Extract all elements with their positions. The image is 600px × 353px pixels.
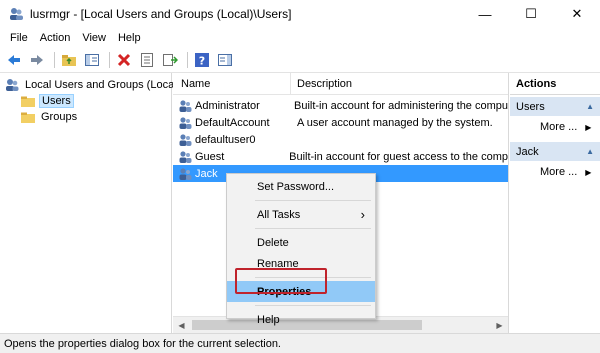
minimize-icon: —	[478, 6, 492, 22]
table-row[interactable]: DefaultAccount A user account managed by …	[173, 114, 508, 131]
user-icon	[178, 150, 192, 164]
toolbar-separator	[109, 51, 110, 68]
console-tree: Local Users and Groups (Local) Users Gro…	[0, 73, 180, 333]
menu-item-label: Help	[257, 313, 280, 326]
menu-separator	[255, 305, 371, 306]
delete-icon[interactable]	[114, 50, 134, 70]
menu-item-label: All Tasks	[257, 208, 301, 221]
context-menu-item-delete[interactable]: Delete	[227, 232, 375, 253]
close-button[interactable]: ✕	[554, 0, 600, 28]
user-name-cell: Administrator	[173, 99, 288, 113]
user-icon	[178, 116, 192, 130]
menu-item-label: Delete	[257, 236, 289, 249]
user-name: DefaultAccount	[195, 116, 270, 129]
scroll-left-icon[interactable]: ◀	[173, 317, 190, 334]
menu-separator	[255, 200, 371, 201]
export-list-icon[interactable]	[160, 50, 180, 70]
back-arrow-icon[interactable]	[4, 50, 24, 70]
table-row[interactable]: Administrator Built-in account for admini…	[173, 97, 508, 114]
properties-icon[interactable]	[137, 50, 157, 70]
actions-more-users[interactable]: More ... ▶	[510, 116, 600, 138]
actions-more-jack[interactable]: More ... ▶	[510, 161, 600, 183]
user-name: Jack	[195, 167, 218, 180]
toolbar: ?	[0, 47, 600, 73]
toolbar-separator	[54, 51, 55, 68]
tree-item-groups[interactable]: Groups	[0, 109, 171, 125]
column-header-description[interactable]: Description	[291, 73, 352, 94]
window-title: lusrmgr - [Local Users and Groups (Local…	[30, 7, 292, 21]
forward-arrow-icon[interactable]	[27, 50, 47, 70]
table-row[interactable]: defaultuser0	[173, 131, 508, 148]
minimize-button[interactable]: —	[462, 0, 508, 28]
user-name-cell: DefaultAccount	[173, 116, 291, 130]
show-hide-tree-icon[interactable]	[82, 50, 102, 70]
user-name: defaultuser0	[195, 133, 256, 146]
menu-help[interactable]: Help	[112, 32, 147, 44]
scroll-right-icon[interactable]: ▶	[491, 317, 508, 334]
context-menu-item-set-password[interactable]: Set Password...	[227, 176, 375, 197]
user-description: A user account managed by the system.	[297, 116, 493, 129]
actions-group-title: Jack	[516, 145, 539, 158]
status-bar: Opens the properties dialog box for the …	[0, 333, 600, 353]
svg-text:?: ?	[199, 54, 205, 67]
users-app-icon	[8, 6, 24, 22]
actions-group-title: Users	[516, 100, 545, 113]
maximize-icon: ☐	[525, 6, 537, 21]
column-headers: Name Description	[173, 73, 508, 95]
menu-separator	[255, 228, 371, 229]
status-text: Opens the properties dialog box for the …	[4, 337, 281, 350]
user-name-cell: Guest	[173, 150, 283, 164]
actions-more-label: More ...	[540, 166, 578, 178]
menu-action[interactable]: Action	[34, 32, 77, 44]
user-name-cell: defaultuser0	[173, 133, 291, 147]
computer-users-icon	[4, 78, 20, 92]
menu-bar: File Action View Help	[0, 28, 600, 47]
up-folder-icon[interactable]	[59, 50, 79, 70]
actions-header: Actions	[510, 73, 600, 95]
column-header-name[interactable]: Name	[173, 73, 291, 94]
context-menu-item-all-tasks[interactable]: All Tasks ›	[227, 204, 375, 225]
actions-pane: Actions Users ▲ More ... ▶ Jack ▲ More .…	[510, 73, 600, 333]
folder-icon	[20, 111, 36, 124]
user-name: Guest	[195, 150, 225, 163]
submenu-arrow-icon: ›	[360, 207, 365, 222]
tree-item-root[interactable]: Local Users and Groups (Local)	[0, 77, 180, 93]
user-name: Administrator	[195, 99, 260, 112]
user-icon	[178, 133, 192, 147]
menu-file[interactable]: File	[4, 32, 34, 44]
user-icon	[178, 99, 192, 113]
tree-root-label: Local Users and Groups (Local)	[25, 79, 181, 91]
user-icon	[178, 167, 192, 181]
tree-item-users[interactable]: Users	[0, 93, 171, 109]
submenu-arrow-icon: ▶	[585, 122, 592, 132]
menu-item-label: Set Password...	[257, 180, 335, 193]
submenu-arrow-icon: ▶	[585, 167, 592, 177]
annotation-highlight-box	[235, 268, 327, 294]
maximize-button[interactable]: ☐	[508, 0, 554, 28]
user-description: Built-in account for administering the c…	[294, 99, 508, 112]
user-description: Built-in account for guest access to the…	[289, 150, 508, 163]
tree-item-label: Groups	[41, 111, 78, 123]
folder-icon	[20, 95, 36, 108]
tree-item-label: Users	[39, 94, 74, 108]
context-menu-item-help[interactable]: Help	[227, 309, 375, 330]
help-icon[interactable]: ?	[192, 50, 212, 70]
list-rows: Administrator Built-in account for admini…	[173, 95, 508, 182]
collapse-up-icon[interactable]: ▲	[586, 147, 594, 156]
actions-group-users[interactable]: Users ▲	[510, 97, 600, 116]
context-menu: Set Password... All Tasks › Delete Rename Pro…	[226, 173, 376, 326]
actions-more-label: More ...	[540, 121, 578, 133]
table-row[interactable]: Guest Built-in account for guest access t…	[173, 148, 508, 165]
menu-view[interactable]: View	[76, 32, 112, 44]
actions-group-jack[interactable]: Jack ▲	[510, 142, 600, 161]
toolbar-separator	[187, 51, 188, 68]
title-bar: lusrmgr - [Local Users and Groups (Local…	[0, 0, 600, 28]
show-hide-action-pane-icon[interactable]	[215, 50, 235, 70]
collapse-up-icon[interactable]: ▲	[586, 102, 594, 111]
close-icon: ✕	[571, 6, 583, 21]
